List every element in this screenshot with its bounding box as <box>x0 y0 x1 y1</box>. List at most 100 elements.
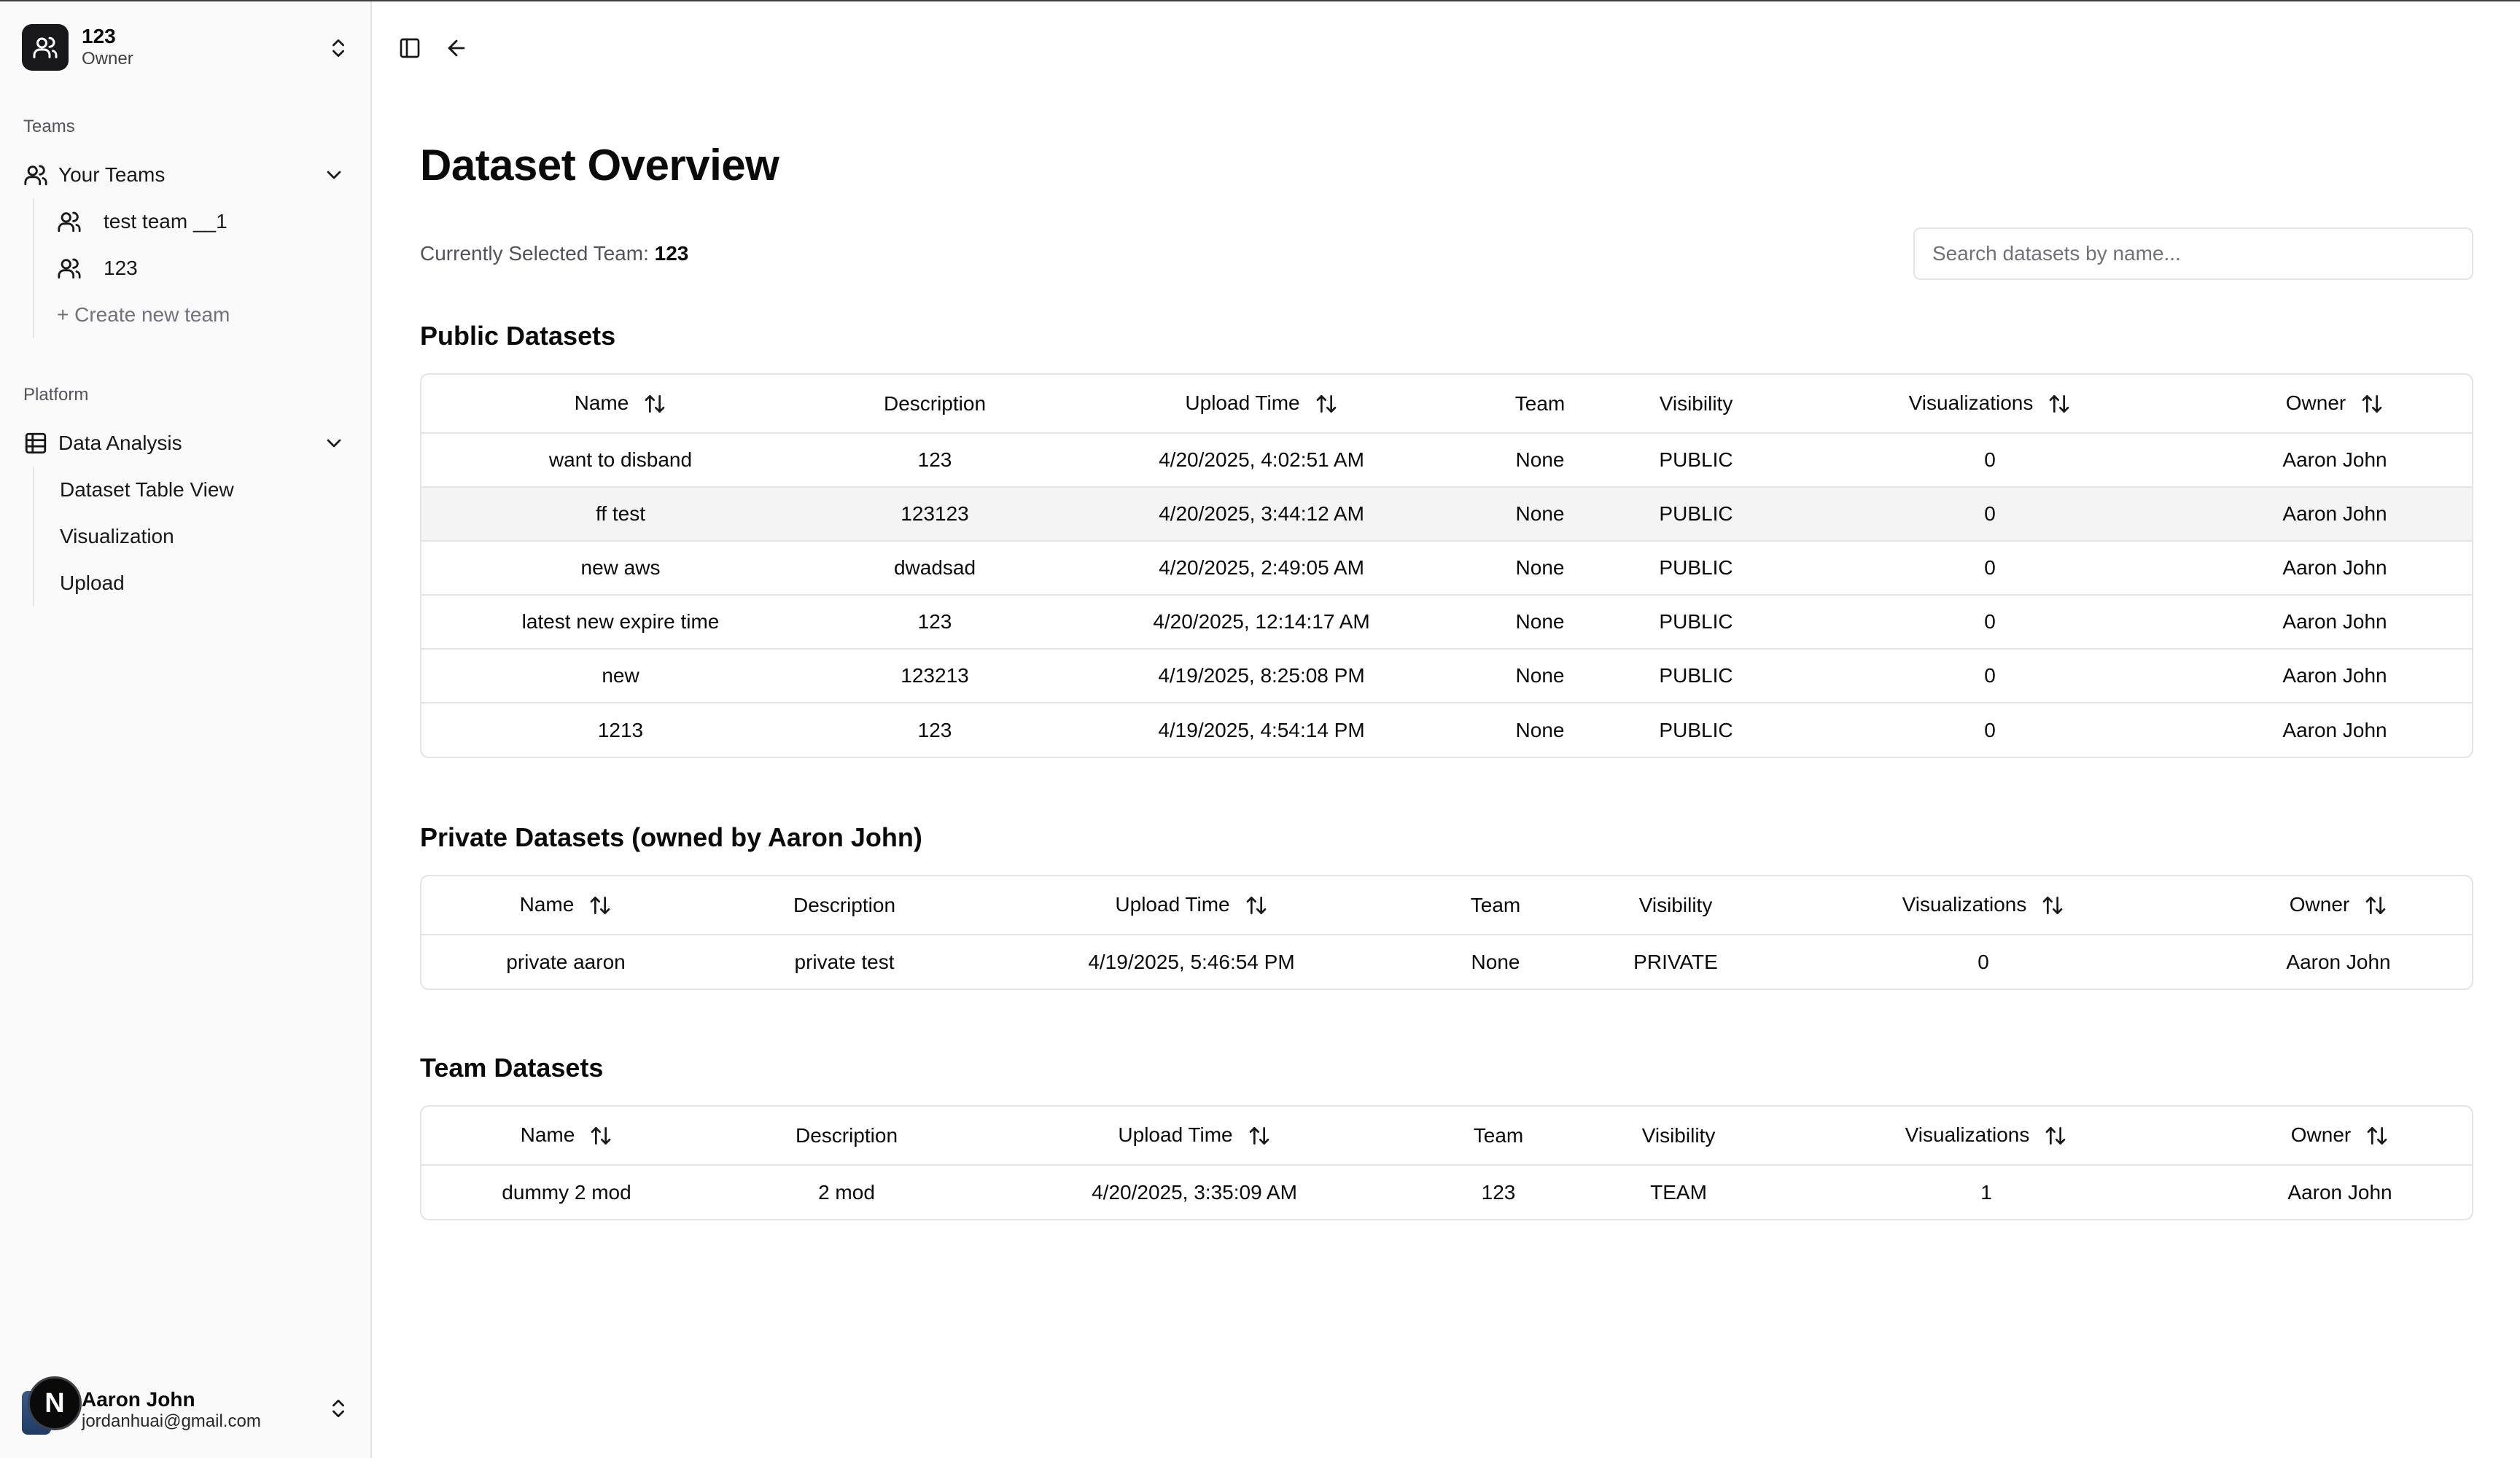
sort-arrows-icon[interactable] <box>2365 1124 2389 1147</box>
column-header-visualizations[interactable]: Visualizations <box>1785 375 2195 434</box>
sidebar-item-team-1[interactable]: test team __1 <box>57 201 349 242</box>
cell-owner: Aaron John <box>2195 649 2472 703</box>
sort-arrows-icon[interactable] <box>2048 392 2071 416</box>
column-header-name[interactable]: Name <box>421 375 820 434</box>
column-header-description: Description <box>710 876 979 935</box>
cell-name: new aws <box>421 541 820 596</box>
sidebar-item-visualization[interactable]: Visualization <box>60 516 351 557</box>
users-icon <box>58 258 81 279</box>
column-header-name[interactable]: Name <box>421 1107 712 1166</box>
selected-team-label: Currently Selected Team: <box>420 242 649 265</box>
column-header-team: Team <box>1473 375 1607 434</box>
column-header-label: Team <box>1470 893 1521 916</box>
sort-arrows-icon[interactable] <box>1245 894 1268 917</box>
column-header-team: Team <box>1404 876 1587 935</box>
table-row[interactable]: latest new expire time 123 4/20/2025, 12:1… <box>421 595 2472 650</box>
cell-visualizations: 0 <box>1984 718 1996 741</box>
users-icon <box>24 165 47 186</box>
chevron-down-icon <box>327 171 341 179</box>
table-row[interactable]: want to disband 123 4/20/2025, 4:02:51 AM N… <box>421 433 2472 488</box>
create-team-button[interactable]: + Create new team <box>57 295 349 335</box>
table-row[interactable]: private aaron private test 4/19/2025, 5:46… <box>421 935 2472 989</box>
column-header-label: Team <box>1514 391 1566 415</box>
team-datasets-table: Name Description Upload Time Team Visibility… <box>420 1105 2473 1220</box>
private-datasets-table: Name Description Upload Time Team Visibility… <box>420 875 2473 990</box>
cell-visibility: TEAM <box>1650 1180 1707 1204</box>
column-header-visualizations[interactable]: Visualizations <box>1765 876 2202 935</box>
sidebar-item-team-2[interactable]: 123 <box>57 248 349 289</box>
selected-team-value: 123 <box>654 242 689 265</box>
column-header-owner[interactable]: Owner <box>2205 1107 2472 1166</box>
column-header-upload-time[interactable]: Upload Time <box>1050 375 1473 434</box>
cell-description: private test <box>794 950 895 973</box>
sidebar-toggle-icon <box>400 38 420 58</box>
sort-arrows-icon[interactable] <box>2360 392 2384 416</box>
cell-upload-time: 4/20/2025, 3:35:09 AM <box>1092 1180 1297 1204</box>
cell-description: dwadsad <box>820 541 1050 596</box>
cell-visibility: PRIVATE <box>1633 950 1718 973</box>
cell-team: None <box>1473 595 1607 650</box>
team-switcher[interactable]: 123 Owner <box>22 22 350 73</box>
cell-visibility: PUBLIC <box>1607 595 1785 650</box>
column-header-owner[interactable]: Owner <box>2202 876 2472 935</box>
column-header-upload-time[interactable]: Upload Time <box>979 876 1404 935</box>
column-header-description: Description <box>820 375 1050 434</box>
column-header-label: Visualizations <box>1905 1123 2030 1146</box>
column-header-upload-time[interactable]: Upload Time <box>981 1107 1407 1166</box>
cell-upload-time: 4/19/2025, 8:25:08 PM <box>1050 649 1473 703</box>
users-icon <box>58 211 81 233</box>
cell-description: 123123 <box>820 487 1050 542</box>
sort-arrows-icon[interactable] <box>2041 894 2064 917</box>
cell-owner: Aaron John <box>2195 541 2472 596</box>
table-row[interactable]: 1213 123 4/19/2025, 4:54:14 PM None PUBLIC 0 A… <box>421 703 2472 757</box>
sort-arrows-icon[interactable] <box>2364 894 2387 917</box>
sort-arrows-icon[interactable] <box>1315 392 1338 416</box>
table-row[interactable]: ff test 123123 4/20/2025, 3:44:12 AM None PU… <box>421 487 2472 542</box>
cell-team: None <box>1471 950 1520 973</box>
column-header-label: Description <box>793 893 896 916</box>
cell-name: want to disband <box>421 433 820 488</box>
teams-group-label: Teams <box>23 117 75 136</box>
table-row[interactable]: new aws dwadsad 4/20/2025, 2:49:05 AM None P… <box>421 541 2472 596</box>
column-header-label: Owner <box>2290 1123 2352 1146</box>
sidebar-item-upload[interactable]: Upload <box>60 563 351 604</box>
sort-arrows-icon[interactable] <box>2044 1124 2067 1147</box>
column-header-visualizations[interactable]: Visualizations <box>1768 1107 2205 1166</box>
data-analysis-toggle[interactable]: Data Analysis <box>22 423 350 464</box>
cell-visualizations: 0 <box>1785 541 2195 596</box>
cell-description: 123 <box>820 433 1050 488</box>
column-header-label: Upload Time <box>1118 1123 1233 1146</box>
user-menu[interactable]: N Aaron John jordanhuai@gmail.com <box>22 1372 350 1442</box>
column-header-team: Team <box>1407 1107 1590 1166</box>
cell-description: 123213 <box>820 649 1050 703</box>
page-title: Dataset Overview <box>420 141 779 190</box>
cell-visualizations: 0 <box>1978 950 1989 973</box>
column-header-label: Visibility <box>1638 893 1713 916</box>
cell-owner: Aaron John <box>2282 718 2387 741</box>
cell-visibility: PUBLIC <box>1659 718 1733 741</box>
sort-arrows-icon[interactable] <box>643 392 666 416</box>
your-teams-toggle[interactable]: Your Teams <box>22 155 350 195</box>
back-button[interactable] <box>442 34 471 63</box>
cell-owner: Aaron John <box>2195 487 2472 542</box>
search-input[interactable] <box>1913 227 2473 280</box>
user-name: Aaron John <box>82 1388 195 1411</box>
column-header-description: Description <box>712 1107 981 1166</box>
sort-arrows-icon[interactable] <box>1248 1124 1271 1147</box>
cell-visualizations: 0 <box>1785 649 2195 703</box>
sort-arrows-icon[interactable] <box>588 894 612 917</box>
next-badge-icon[interactable]: N <box>28 1376 82 1430</box>
cell-owner: Aaron John <box>2286 950 2391 973</box>
sidebar-item-dataset-table-view[interactable]: Dataset Table View <box>60 469 351 510</box>
table-row[interactable]: new 123213 4/19/2025, 8:25:08 PM None PUBLIC… <box>421 649 2472 703</box>
column-header-label: Name <box>520 1123 575 1146</box>
column-header-label: Upload Time <box>1185 391 1300 414</box>
cell-visualizations: 0 <box>1785 487 2195 542</box>
sort-arrows-icon[interactable] <box>589 1124 612 1147</box>
column-header-owner[interactable]: Owner <box>2195 375 2472 434</box>
column-header-label: Visualizations <box>1902 892 2027 916</box>
table-row[interactable]: dummy 2 mod 2 mod 4/20/2025, 3:35:09 AM 123… <box>421 1165 2472 1219</box>
sidebar-toggle-button[interactable] <box>395 34 424 63</box>
column-header-name[interactable]: Name <box>421 876 710 935</box>
cell-description: 2 mod <box>818 1180 875 1204</box>
